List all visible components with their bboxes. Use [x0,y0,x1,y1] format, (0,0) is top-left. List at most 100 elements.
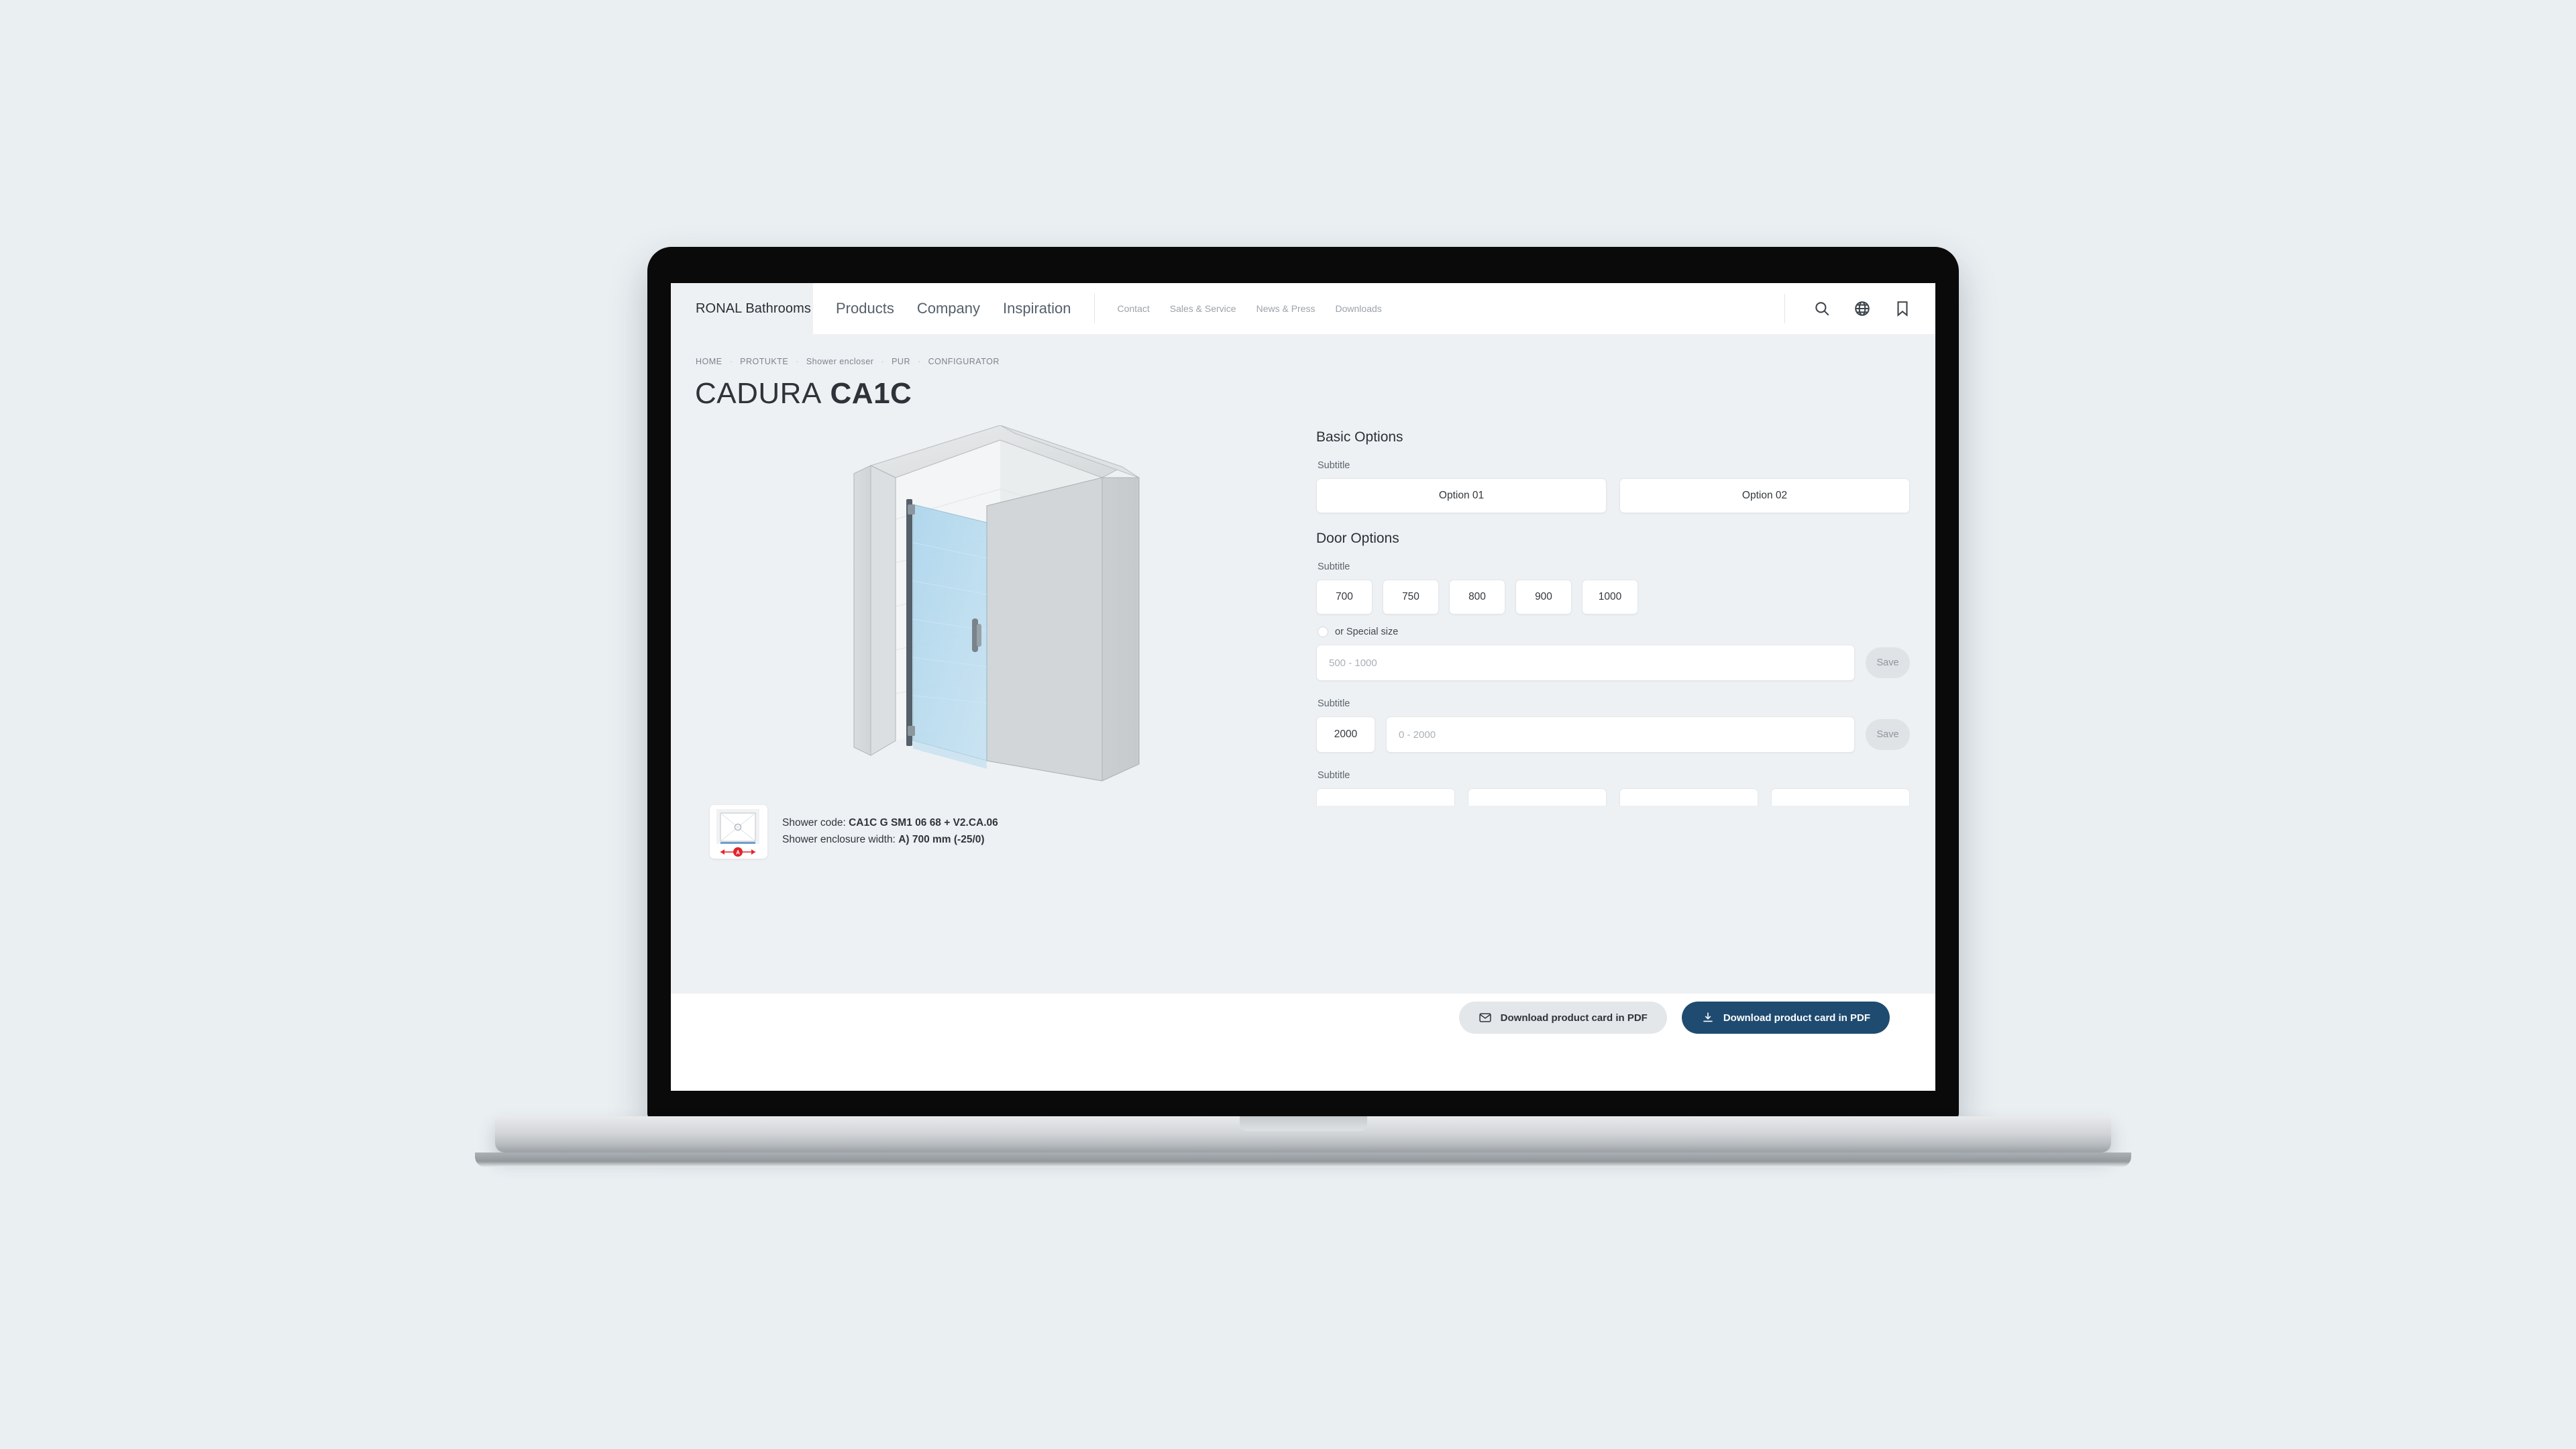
clipped-card-4[interactable] [1771,788,1910,806]
special-size-radio[interactable] [1318,627,1328,637]
laptop-base-foot [475,1152,2131,1167]
floor-plan-thumbnail: A [710,805,767,859]
primary-nav: Products Company Inspiration [836,300,1071,317]
nav-item-downloads[interactable]: Downloads [1336,303,1382,314]
height-input-row: 2000 0 - 2000 Save [1316,716,1910,753]
laptop-base [495,1116,2111,1152]
nav-item-contact[interactable]: Contact [1118,303,1150,314]
section-clipped: Subtitle [1316,770,1910,806]
height-option-2000-label: 2000 [1334,729,1358,740]
header-icon-group [1784,294,1919,323]
save-height-label: Save [1876,729,1899,740]
subtitle-height-options: Subtitle [1318,698,1350,709]
section-door-options: Door Options Subtitle 700 750 800 900 10… [1316,531,1910,681]
breadcrumb-item-produkte[interactable]: PROTUKTE [740,357,788,366]
clipped-card-1[interactable] [1316,788,1455,806]
envelope-icon [1479,1013,1491,1022]
height-custom-placeholder: 0 - 2000 [1399,729,1436,741]
breadcrumb-separator: · [917,357,921,366]
bookmark-icon[interactable] [1894,300,1911,317]
section-title-door-options: Door Options [1316,531,1399,546]
icons-divider [1784,294,1785,323]
section-title-basic-options: Basic Options [1316,429,1403,445]
option-card-01[interactable]: Option 01 [1316,478,1607,513]
clipped-card-2[interactable] [1468,788,1607,806]
breadcrumb-item-home[interactable]: HOME [696,357,722,366]
section-height-options: Subtitle 2000 0 - 2000 Save [1316,698,1910,753]
download-product-card-button[interactable]: Download product card in PDF [1681,1002,1890,1034]
clipped-card-3[interactable] [1619,788,1758,806]
search-icon[interactable] [1813,300,1831,317]
size-option-750-label: 750 [1402,591,1419,602]
option-card-02-label: Option 02 [1741,490,1788,501]
page-title-series: CADURA [695,377,822,410]
shower-code-line: Shower code: CA1C G SM1 06 68 + V2.CA.06 [782,814,998,831]
option-card-01-label: Option 01 [1438,490,1485,501]
download-icon [1703,1012,1713,1022]
page-title-model: CA1C [830,377,912,410]
special-size-input[interactable]: 500 - 1000 [1316,645,1855,681]
size-option-800[interactable]: 800 [1449,580,1505,614]
brand-logo[interactable]: RONAL Bathrooms [671,283,813,334]
option-card-02[interactable]: Option 02 [1619,478,1910,513]
nav-item-sales-service[interactable]: Sales & Service [1170,303,1236,314]
breadcrumb-separator: · [796,357,799,366]
content-columns: A Shower code: CA1C G SM1 06 68 + V2.CA.… [671,411,1935,859]
size-option-750[interactable]: 750 [1383,580,1439,614]
size-option-800-label: 800 [1468,591,1486,602]
height-option-2000[interactable]: 2000 [1316,716,1375,753]
globe-icon[interactable] [1854,300,1871,317]
nav-item-news-press[interactable]: News & Press [1256,303,1316,314]
section-basic-options: Basic Options Subtitle Option 01 Option … [1316,429,1910,513]
secondary-nav: Contact Sales & Service News & Press Dow… [1118,303,1382,314]
shower-enclosure-render [834,425,1149,788]
nav-divider [1093,294,1095,323]
options-panel: Basic Options Subtitle Option 01 Option … [1287,411,1910,859]
configurator-page: HOME · PROTUKTE · Shower encloser · PUR … [671,334,1935,1042]
subtitle-clipped: Subtitle [1318,770,1350,781]
height-custom-input[interactable]: 0 - 2000 [1386,716,1855,753]
save-special-size-label: Save [1876,657,1899,668]
product-viewer-column: A Shower code: CA1C G SM1 06 68 + V2.CA.… [696,411,1287,859]
clipped-card-row [1316,788,1910,806]
breadcrumb-item-configurator[interactable]: CONFIGURATOR [928,357,1000,366]
save-special-size-button[interactable]: Save [1866,647,1910,678]
page-title: CADURA CA1C [671,366,1935,411]
breadcrumb-item-shower-encloser[interactable]: Shower encloser [806,357,874,366]
size-option-900[interactable]: 900 [1515,580,1572,614]
laptop-mockup: RONAL Bathrooms Products Company Inspira… [475,247,2131,1167]
email-product-card-button[interactable]: Download product card in PDF [1458,1002,1667,1034]
breadcrumb-separator: · [729,357,733,366]
basic-option-row: Option 01 Option 02 [1316,478,1910,513]
size-option-1000-label: 1000 [1598,591,1622,602]
product-code-block: A Shower code: CA1C G SM1 06 68 + V2.CA.… [710,805,1287,859]
site-header: RONAL Bathrooms Products Company Inspira… [671,283,1935,334]
shower-width-value: A) 700 mm (-25/0) [898,834,985,846]
download-product-card-label: Download product card in PDF [1723,1012,1870,1024]
special-size-radio-row[interactable]: or Special size [1318,627,1910,637]
size-option-900-label: 900 [1535,591,1552,602]
door-size-row: 700 750 800 900 1000 [1316,580,1910,614]
shower-code-label: Shower code: [782,817,846,828]
breadcrumb: HOME · PROTUKTE · Shower encloser · PUR … [671,334,1935,366]
nav-item-company[interactable]: Company [917,300,980,317]
breadcrumb-item-pur[interactable]: PUR [892,357,910,366]
shower-code-value: CA1C G SM1 06 68 + V2.CA.06 [849,817,998,828]
brand-name: RONAL Bathrooms [696,301,811,316]
special-size-placeholder: 500 - 1000 [1329,657,1377,669]
size-option-1000[interactable]: 1000 [1582,580,1638,614]
nav-item-products[interactable]: Products [836,300,894,317]
breadcrumb-separator: · [881,357,885,366]
action-footer-bar: Download product card in PDF Download pr… [671,993,1935,1042]
browser-screen: RONAL Bathrooms Products Company Inspira… [671,283,1935,1091]
shower-width-line: Shower enclosure width: A) 700 mm (-25/0… [782,831,998,848]
email-product-card-label: Download product card in PDF [1500,1012,1648,1024]
save-height-button[interactable]: Save [1866,719,1910,750]
dimension-letter: A [736,850,740,856]
nav-item-inspiration[interactable]: Inspiration [1003,300,1071,317]
product-code-text: Shower code: CA1C G SM1 06 68 + V2.CA.06… [782,805,998,848]
special-size-input-row: 500 - 1000 Save [1316,645,1910,681]
subtitle-basic-options: Subtitle [1318,460,1350,471]
size-option-700[interactable]: 700 [1316,580,1373,614]
size-option-700-label: 700 [1336,591,1353,602]
